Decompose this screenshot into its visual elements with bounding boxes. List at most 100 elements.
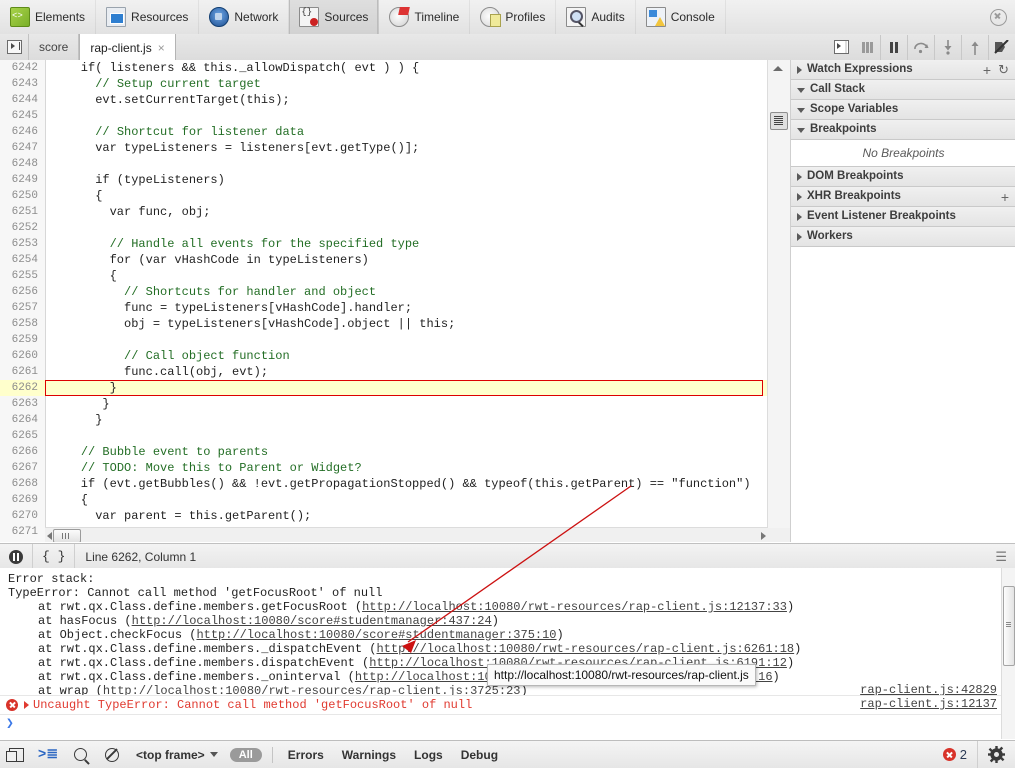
line-number[interactable]: 6248 [0,156,38,172]
line-number[interactable]: 6255 [0,268,38,284]
code-line[interactable]: 6242 if( listeners && this._allowDispatc… [0,60,769,76]
line-number[interactable]: 6250 [0,188,38,204]
scroll-left-arrow-icon[interactable] [47,532,52,540]
line-number[interactable]: 6268 [0,476,38,492]
toggle-sidebar-button[interactable] [828,35,854,60]
sidebar-section-call-stack[interactable]: Call Stack [791,80,1015,100]
code-line[interactable]: 6256 // Shortcuts for handler and object [0,284,769,300]
source-code-editor[interactable]: 6242 if( listeners && this._allowDispatc… [0,60,770,542]
editor-side-ruler[interactable] [767,60,790,528]
code-line[interactable]: 6247 var typeListeners = listeners[evt.g… [0,140,769,156]
add-watch-expression-button[interactable]: + [983,63,991,77]
line-number[interactable]: 6261 [0,364,38,380]
code-line[interactable]: 6266 // Bubble event to parents [0,444,769,460]
console-vertical-scrollbar[interactable] [1001,568,1015,739]
close-devtools-button[interactable] [981,0,1015,34]
scrollbar-thumb[interactable] [1003,586,1015,666]
filter-debug-button[interactable]: Debug [452,748,507,762]
line-number[interactable]: 6258 [0,316,38,332]
code-line[interactable]: 6255 { [0,268,769,284]
code-line[interactable]: 6244 evt.setCurrentTarget(this); [0,92,769,108]
code-line[interactable]: 6251 var func, obj; [0,204,769,220]
code-line[interactable]: 6248 [0,156,769,172]
line-number[interactable]: 6243 [0,76,38,92]
line-number[interactable]: 6245 [0,108,38,124]
line-number[interactable]: 6252 [0,220,38,236]
line-number[interactable]: 6264 [0,412,38,428]
frame-selector[interactable]: <top frame> [128,748,226,762]
line-number[interactable]: 6262 [0,380,38,396]
scrollbar-thumb[interactable] [53,529,81,542]
split-columns-button[interactable] [854,35,880,60]
search-button[interactable] [64,741,96,768]
file-tab-rap-client-js[interactable]: rap-client.js × [79,34,176,61]
line-number[interactable]: 6259 [0,332,38,348]
code-line[interactable]: 6260 // Call object function [0,348,769,364]
sidebar-section-xhr-breakpoints[interactable]: XHR Breakpoints + [791,187,1015,207]
code-line[interactable]: 6269 { [0,492,769,508]
code-line[interactable]: 6258 obj = typeListeners[vHashCode].obje… [0,316,769,332]
tab-network[interactable]: Network [199,0,290,34]
code-line[interactable]: 6254 for (var vHashCode in typeListeners… [0,252,769,268]
code-line[interactable]: 6268 if (evt.getBubbles() && !evt.getPro… [0,476,769,492]
line-number[interactable]: 6263 [0,396,38,412]
code-line[interactable]: 6257 func = typeListeners[vHashCode].han… [0,300,769,316]
code-line[interactable]: 6263 } [0,396,769,412]
line-number[interactable]: 6242 [0,60,38,76]
file-tab-score[interactable]: score [29,34,80,60]
add-xhr-breakpoint-button[interactable]: + [1001,190,1009,204]
tab-resources[interactable]: Resources [96,0,200,34]
tab-timeline[interactable]: Timeline [379,0,471,34]
line-number[interactable]: 6269 [0,492,38,508]
line-number[interactable]: 6244 [0,92,38,108]
filter-all-button[interactable]: All [229,747,262,762]
pause-on-exceptions-button[interactable] [0,544,33,569]
console-prompt-icon[interactable]: ❯ [6,716,14,731]
stack-frame-link[interactable]: http://localhost:10080/score#studentmana… [196,628,556,642]
code-line[interactable]: 6243 // Setup current target [0,76,769,92]
uncaught-source-link[interactable]: rap-client.js:12137 [860,697,997,711]
code-lines[interactable]: 6242 if( listeners && this._allowDispatc… [0,60,769,542]
step-out-button[interactable] [961,34,988,60]
stack-frame-link[interactable]: http://localhost:10080/rwt-resources/rap… [376,642,794,656]
tab-sources[interactable]: Sources [289,0,380,34]
settings-button[interactable] [977,741,1015,768]
refresh-watch-expressions-button[interactable]: ↻ [998,62,1009,77]
stack-frame-link[interactable]: http://localhost:10080/score#studentmana… [132,614,492,628]
filter-warnings-button[interactable]: Warnings [333,748,405,762]
line-number[interactable]: 6270 [0,508,38,524]
stack-frame-link[interactable]: http://localhost:10080/rwt-resources/rap… [362,600,787,614]
clear-console-button[interactable] [96,741,128,768]
line-number[interactable]: 6247 [0,140,38,156]
expand-triangle-icon[interactable] [24,701,29,709]
line-number[interactable]: 6272 [0,540,38,542]
pretty-print-button[interactable]: { } [33,544,76,569]
line-number[interactable]: 6256 [0,284,38,300]
code-line[interactable]: 6259 [0,332,769,348]
code-line[interactable]: 6245 [0,108,769,124]
filter-logs-button[interactable]: Logs [405,748,452,762]
code-line[interactable]: 6246 // Shortcut for listener data [0,124,769,140]
code-line[interactable]: 6253 // Handle all events for the specif… [0,236,769,252]
show-navigator-button[interactable] [0,34,29,60]
show-drawer-button[interactable]: >≣ [32,741,64,768]
sidebar-section-breakpoints[interactable]: Breakpoints [791,120,1015,140]
scroll-up-arrow-icon[interactable] [773,66,783,71]
close-icon[interactable]: × [158,41,165,55]
line-number[interactable]: 6254 [0,252,38,268]
step-over-button[interactable] [907,34,934,60]
sidebar-section-dom-breakpoints[interactable]: DOM Breakpoints [791,167,1015,187]
tab-console[interactable]: Console [636,0,726,34]
status-menu-icon[interactable]: ☰ [995,550,1007,563]
line-number[interactable]: 6251 [0,204,38,220]
line-number[interactable]: 6249 [0,172,38,188]
line-number[interactable]: 6271 [0,524,38,540]
code-line[interactable]: 6252 [0,220,769,236]
line-number[interactable]: 6246 [0,124,38,140]
sidebar-section-event-listener-breakpoints[interactable]: Event Listener Breakpoints [791,207,1015,227]
tab-elements[interactable]: Elements [0,0,97,34]
step-into-button[interactable] [934,34,961,60]
code-line[interactable]: 6262 } [0,380,769,396]
line-number[interactable]: 6260 [0,348,38,364]
uncaught-error-row[interactable]: Uncaught TypeError: Cannot call method '… [0,695,1015,715]
